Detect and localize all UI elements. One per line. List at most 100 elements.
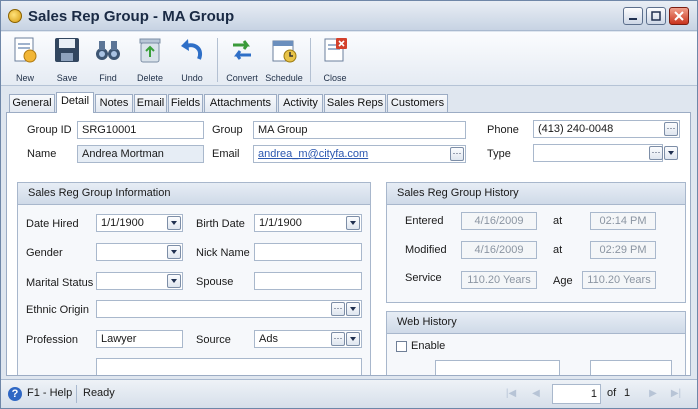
birth-date-label: Birth Date (196, 218, 245, 230)
tab-general[interactable]: General (9, 94, 55, 112)
convert-arrows-icon (233, 40, 251, 60)
birth-date-dropdown-button[interactable] (346, 216, 360, 230)
source-label: Source (196, 334, 231, 346)
maximize-icon (651, 11, 661, 21)
detail-panel: Group ID SRG10001 Group MA Group Phone (… (6, 112, 691, 376)
status-separator (76, 385, 77, 403)
delete-button[interactable]: Delete (129, 35, 171, 85)
new-button[interactable]: New (4, 35, 46, 85)
schedule-button[interactable]: Schedule (263, 35, 305, 85)
email-label: Email (212, 148, 240, 160)
group-field[interactable]: MA Group (253, 121, 466, 139)
window-title: Sales Rep Group - MA Group (28, 8, 235, 25)
close-window-button[interactable] (669, 7, 689, 25)
tab-sales-reps[interactable]: Sales Reps (324, 94, 386, 112)
title-bar: Sales Rep Group - MA Group (1, 1, 697, 31)
modified-date-field: 4/16/2009 (461, 241, 537, 259)
save-button[interactable]: Save (46, 35, 88, 85)
spouse-field[interactable] (254, 272, 362, 290)
age-label: Age (553, 275, 573, 287)
enable-checkbox[interactable] (396, 341, 407, 352)
web-history-field-1[interactable] (435, 360, 560, 375)
save-label: Save (56, 73, 78, 83)
next-page-icon[interactable]: ▶ (646, 387, 660, 401)
name-field[interactable]: Andrea Mortman (77, 145, 204, 163)
type-dropdown-button[interactable] (664, 146, 678, 160)
tab-notes[interactable]: Notes (95, 94, 133, 112)
new-label: New (15, 73, 34, 83)
group-id-field[interactable]: SRG10001 (77, 121, 204, 139)
toolbar-separator (310, 38, 311, 82)
source-dropdown-button[interactable] (346, 332, 360, 346)
tab-email[interactable]: Email (134, 94, 167, 112)
gender-dropdown-button[interactable] (167, 245, 181, 259)
app-icon (8, 9, 22, 23)
recycle-bin-icon (139, 38, 161, 63)
type-label: Type (487, 148, 511, 160)
ethnic-origin-label: Ethnic Origin (26, 304, 89, 316)
marital-status-dropdown-button[interactable] (167, 274, 181, 288)
name-label: Name (27, 148, 57, 160)
first-page-icon[interactable]: |◀ (504, 387, 518, 401)
ethnic-origin-lookup-button[interactable]: ··· (331, 302, 345, 316)
minimize-icon (629, 18, 637, 20)
maximize-button[interactable] (646, 7, 666, 25)
gender-label: Gender (26, 247, 63, 259)
phone-lookup-button[interactable]: ··· (664, 122, 678, 136)
delete-label: Delete (136, 73, 163, 83)
phone-label: Phone (487, 124, 519, 136)
sales-rep-group-history-section: Sales Reg Group History Entered 4/16/200… (386, 182, 686, 303)
convert-label: Convert (226, 73, 258, 83)
help-icon[interactable]: ? (8, 387, 22, 401)
source-lookup-button[interactable]: ··· (331, 332, 345, 346)
email-field[interactable]: andrea_m@cityfa.com (253, 145, 466, 163)
date-hired-label: Date Hired (26, 218, 79, 230)
find-label: Find (99, 73, 117, 83)
date-hired-dropdown-button[interactable] (167, 216, 181, 230)
find-button[interactable]: Find (87, 35, 129, 85)
close-icon (674, 11, 684, 21)
info-section-title: Sales Reg Group Information (18, 183, 370, 205)
additional-field[interactable] (96, 358, 362, 375)
modified-at-label: at (553, 244, 563, 256)
previous-page-icon[interactable]: ◀ (529, 387, 543, 401)
nick-name-field[interactable] (254, 243, 362, 261)
service-field: 110.20 Years (461, 271, 537, 289)
entered-at-label: at (553, 215, 563, 227)
service-label: Service (405, 272, 442, 284)
profession-field[interactable]: Lawyer (96, 330, 183, 348)
profession-label: Profession (26, 334, 78, 346)
tab-customers[interactable]: Customers (387, 94, 448, 112)
last-page-icon[interactable]: ▶| (669, 387, 683, 401)
web-history-field-2[interactable] (590, 360, 672, 375)
ethnic-origin-field[interactable] (96, 300, 362, 318)
tab-activity[interactable]: Activity (278, 94, 323, 112)
type-field[interactable] (533, 144, 663, 162)
nick-name-label: Nick Name (196, 247, 250, 259)
tab-detail[interactable]: Detail (56, 92, 94, 113)
email-lookup-button[interactable]: ··· (450, 147, 464, 161)
tab-attachments[interactable]: Attachments (204, 94, 277, 112)
undo-arrow-icon (181, 39, 202, 60)
phone-field[interactable]: (413) 240-0048 (533, 120, 680, 138)
close-label: Close (323, 73, 347, 83)
entered-date-field: 4/16/2009 (461, 212, 537, 230)
type-lookup-button[interactable]: ··· (649, 146, 663, 160)
close-button[interactable]: Close (314, 35, 356, 85)
status-text: Ready (83, 387, 115, 399)
new-icon (14, 37, 37, 63)
help-text[interactable]: F1 - Help (27, 387, 72, 399)
close-doc-icon (324, 38, 347, 62)
history-section-title: Sales Reg Group History (387, 183, 685, 205)
binoculars-icon (96, 41, 120, 60)
ethnic-origin-dropdown-button[interactable] (346, 302, 360, 316)
page-number-input[interactable]: 1 (552, 384, 601, 404)
tab-fields[interactable]: Fields (168, 94, 203, 112)
toolbar: New Save Find Delete Undo Convert Schedu… (1, 32, 697, 86)
undo-button[interactable]: Undo (171, 35, 213, 85)
convert-button[interactable]: Convert (221, 35, 263, 85)
enable-label: Enable (411, 340, 446, 352)
minimize-button[interactable] (623, 7, 643, 25)
web-history-title: Web History (387, 312, 685, 334)
sales-rep-group-info-section: Sales Reg Group Information Date Hired 1… (17, 182, 371, 375)
